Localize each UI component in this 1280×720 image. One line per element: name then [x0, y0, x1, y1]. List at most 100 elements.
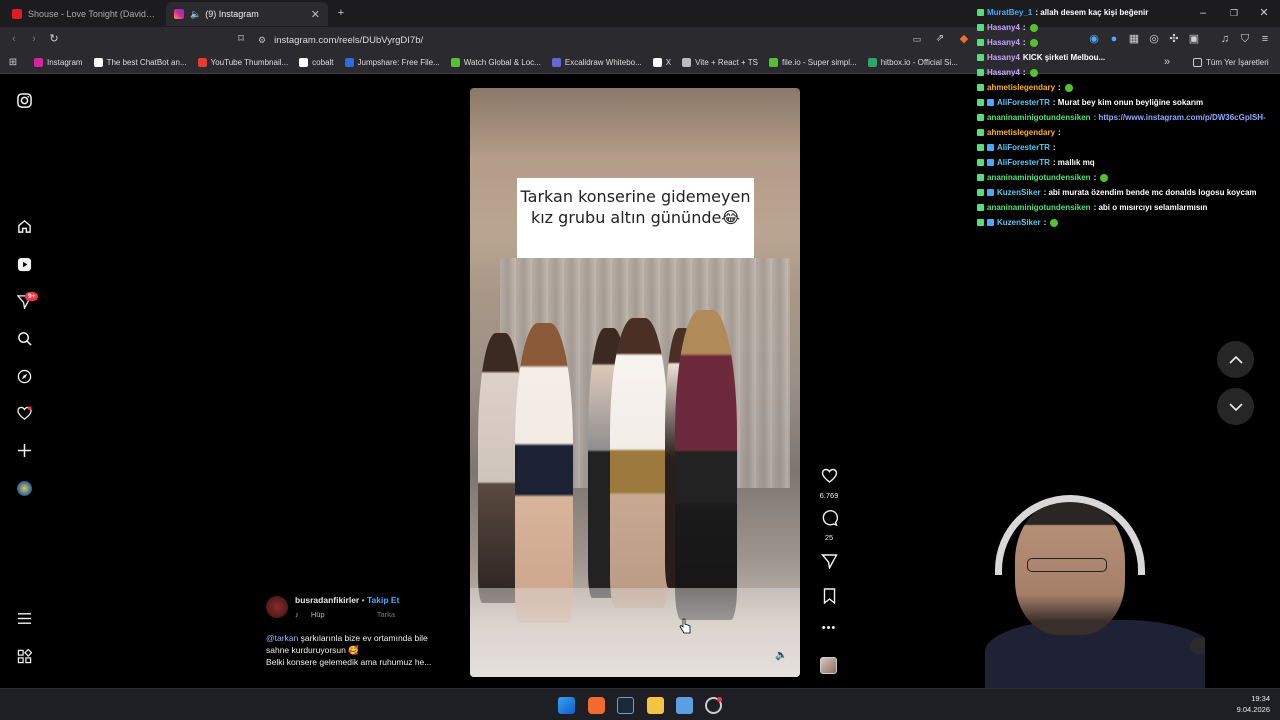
back-icon[interactable]: ‹: [7, 32, 21, 46]
audio-title: Hüp: [310, 610, 325, 619]
also-from-meta-icon[interactable]: [16, 648, 32, 664]
chat-badge-icon: [977, 219, 984, 226]
new-tab-icon[interactable]: +: [334, 6, 348, 20]
brave-shield-icon[interactable]: ◆: [957, 32, 971, 46]
address-bar[interactable]: ⚙ instagram.com/reels/DUbVyrgDI7b/: [258, 31, 958, 49]
more-menu-icon[interactable]: [16, 610, 32, 626]
notifications-heart-icon[interactable]: [16, 405, 32, 421]
follow-button[interactable]: Takip Et: [367, 595, 399, 605]
subscriber-badge-icon: [987, 219, 994, 226]
chat-text: :: [1058, 128, 1061, 137]
bookmark-favicon-icon: [299, 58, 309, 67]
brave-browser-icon[interactable]: [588, 697, 605, 714]
clock-date[interactable]: 9.04.2026: [1225, 704, 1270, 715]
chat-username[interactable]: ahmetislegendary: [987, 128, 1055, 137]
bookmark-item[interactable]: Vite + React + TS: [682, 58, 758, 67]
taskbar: 19:34 9.04.2026: [0, 688, 1280, 720]
file-explorer-icon[interactable]: [647, 697, 664, 714]
audio-artist: Tarka: [376, 610, 396, 619]
chat-username[interactable]: KuzenSiker: [997, 218, 1041, 227]
reload-icon[interactable]: ↻: [47, 32, 61, 46]
explore-icon[interactable]: [16, 368, 32, 384]
bookmark-item[interactable]: Jumpshare: Free File...: [344, 58, 440, 67]
subscriber-badge-icon: [987, 189, 994, 196]
share-button[interactable]: [818, 553, 840, 574]
previous-reel-button[interactable]: [1217, 341, 1254, 378]
tab-title: (9) Instagram: [205, 9, 259, 19]
chat-message: ahmetislegendary:: [977, 125, 1277, 140]
create-plus-icon[interactable]: [16, 442, 32, 458]
bookmark-item[interactable]: file.io - Super simpl...: [768, 58, 857, 67]
bookmark-item[interactable]: The best ChatBot an...: [93, 58, 187, 67]
chat-message: Hasany4 KICK şirketi Melbou...: [977, 50, 1277, 65]
like-count: 6.769: [819, 491, 839, 500]
reel-caption: @tarkan şarkılarınla bize ev ortamında b…: [266, 632, 466, 668]
chevron-up-icon: [1228, 355, 1243, 364]
apps-grid-icon[interactable]: ⊞: [6, 56, 20, 70]
next-reel-button[interactable]: [1217, 388, 1254, 425]
bookmark-label: Instagram: [47, 58, 83, 67]
caption-text[interactable]: Belki konsere gelemedik ama ruhumuz he..…: [266, 656, 466, 668]
bookmark-item[interactable]: X: [652, 58, 671, 67]
author-avatar[interactable]: [266, 596, 288, 618]
home-icon[interactable]: [16, 218, 32, 234]
chat-username[interactable]: AliForesterTR: [997, 158, 1050, 167]
like-button[interactable]: 6.769: [818, 468, 840, 500]
person-figure: [675, 310, 737, 620]
remote-desktop-icon[interactable]: [676, 697, 693, 714]
mute-speaker-icon[interactable]: 🔈: [775, 650, 787, 661]
more-options-icon[interactable]: •••: [818, 622, 840, 634]
chat-username[interactable]: MuratBey_1: [987, 8, 1032, 17]
audio-thumbnail[interactable]: [820, 657, 837, 674]
chat-username[interactable]: AliForesterTR: [997, 98, 1050, 107]
chat-username[interactable]: Hasany4: [987, 53, 1020, 62]
chat-text[interactable]: : https://www.instagram.com/p/DW36cGpISH…: [1094, 113, 1266, 122]
bookmark-item[interactable]: hitbox.io - Official Si...: [867, 58, 958, 67]
chat-username[interactable]: ananinaminigotundensiken: [987, 173, 1091, 182]
tab-title: Shouse - Love Tonight (David Guetta: [28, 9, 156, 19]
close-tab-icon[interactable]: ✕: [311, 8, 320, 21]
site-info-icon[interactable]: ⚙: [258, 35, 266, 46]
comment-button[interactable]: 25: [818, 510, 840, 542]
profile-avatar[interactable]: [16, 480, 32, 496]
windows-start-icon[interactable]: [558, 697, 575, 714]
chat-username[interactable]: ananinaminigotundensiken: [987, 113, 1091, 122]
author-username[interactable]: busradanfikirler: [295, 595, 359, 605]
chat-message: ananinaminigotundensiken:: [977, 170, 1277, 185]
bookmark-item[interactable]: Watch Global & Loc...: [450, 58, 541, 67]
bookmark-item[interactable]: cobalt: [299, 58, 334, 67]
bookmark-item[interactable]: Excalidraw Whitebo...: [551, 58, 642, 67]
subscriber-badge-icon: [987, 144, 994, 151]
chat-username[interactable]: Hasany4: [987, 68, 1020, 77]
chat-username[interactable]: Hasany4: [987, 23, 1020, 32]
bookmark-favicon-icon: [768, 58, 778, 67]
chat-username[interactable]: KuzenSiker: [997, 188, 1041, 197]
bookmark-item[interactable]: Instagram: [34, 58, 83, 67]
instagram-logo-icon[interactable]: [16, 92, 32, 108]
search-icon[interactable]: [16, 330, 32, 346]
bookmark-favicon-icon: [344, 58, 354, 67]
tab-instagram[interactable]: 🔈 (9) Instagram ✕: [166, 2, 328, 26]
clock-time[interactable]: 19:34: [1225, 693, 1270, 704]
chat-username[interactable]: ananinaminigotundensiken: [987, 203, 1091, 212]
chat-username[interactable]: ahmetislegendary: [987, 83, 1055, 92]
reel-video[interactable]: Tarkan konserine gidemeyen kız grubu alt…: [470, 88, 800, 677]
bookmark-item[interactable]: YouTube Thumbnail...: [197, 58, 288, 67]
chat-text: :: [1022, 23, 1026, 32]
forward-icon[interactable]: ›: [27, 32, 41, 46]
tab-youtube[interactable]: Shouse - Love Tonight (David Guetta: [4, 2, 164, 26]
chat-username[interactable]: Hasany4: [987, 38, 1020, 47]
chat-text: :: [1043, 218, 1047, 227]
bookmark-page-icon[interactable]: ⌑: [234, 32, 248, 46]
caption-mention[interactable]: @tarkan: [266, 633, 298, 643]
chat-message: KuzenSiker: abi murata özendim bende mc …: [977, 185, 1277, 200]
chat-badge-icon: [977, 114, 984, 121]
save-button[interactable]: [818, 588, 840, 609]
recording-dot-icon: [717, 697, 722, 702]
chat-username[interactable]: AliForesterTR: [997, 143, 1050, 152]
steam-icon[interactable]: [617, 697, 634, 714]
url-text[interactable]: instagram.com/reels/DUbVyrgDI7b/: [274, 35, 423, 46]
audio-info[interactable]: ♪ Hüp Tarka: [295, 610, 395, 619]
reels-icon[interactable]: [16, 256, 32, 272]
chat-message: KuzenSiker:: [977, 215, 1277, 230]
